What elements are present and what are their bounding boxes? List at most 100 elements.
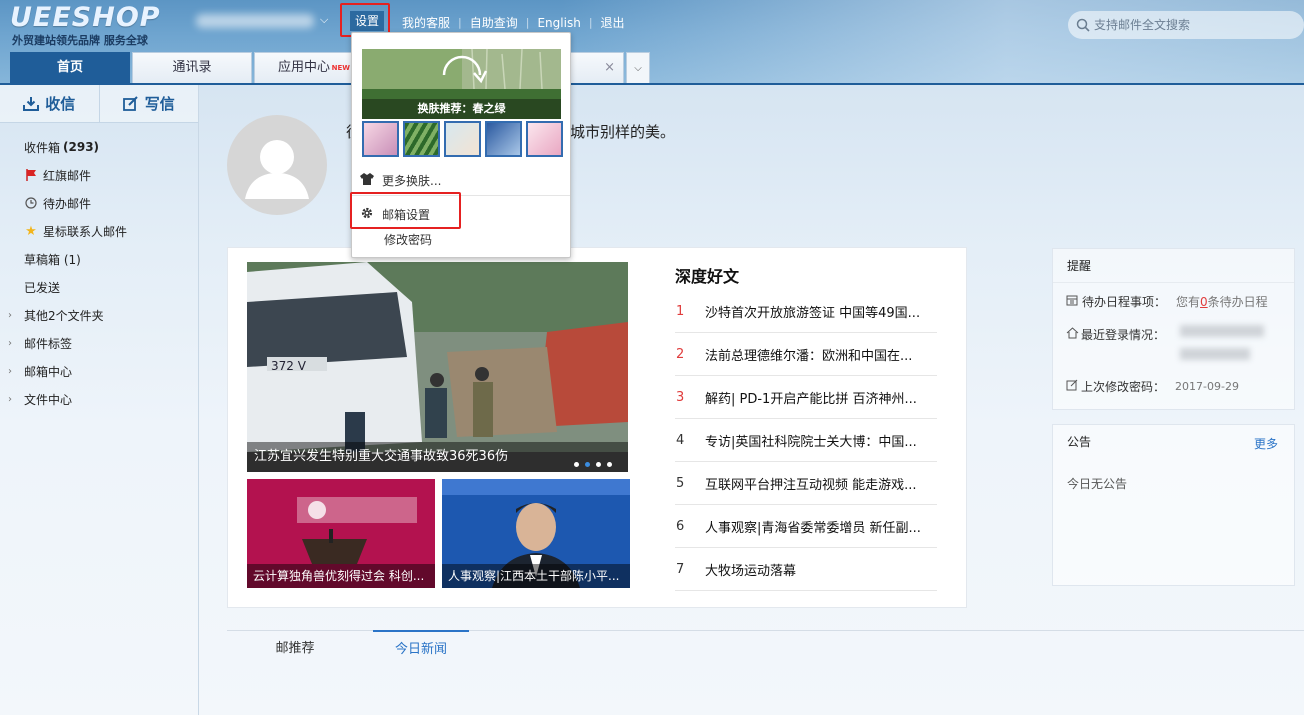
folder-todo[interactable]: 待办邮件	[0, 189, 198, 217]
article-title: 大牧场运动落幕	[705, 563, 797, 579]
article-item[interactable]: 3 解药| PD-1开启产能比拼 百济神州...	[675, 376, 937, 419]
article-item[interactable]: 1 沙特首次开放旅游签证 中国等49国...	[675, 290, 937, 333]
nav-settings[interactable]: 设置	[350, 11, 385, 31]
last-login-hidden-info	[1180, 325, 1264, 337]
tab-contacts[interactable]: 通讯录	[132, 52, 252, 84]
folder-tags[interactable]: › 邮件标签	[0, 329, 198, 357]
nav-english[interactable]: English	[529, 16, 588, 30]
tab-home[interactable]: 首页	[10, 52, 130, 84]
chevron-right-icon[interactable]: ›	[8, 394, 12, 405]
news-thumb-2[interactable]: 人事观察|江西本土干部陈小平...	[442, 479, 630, 588]
account-name[interactable]	[196, 14, 314, 28]
folder-inbox[interactable]: 收件箱 (293)	[0, 133, 198, 161]
carousel-dot[interactable]	[585, 462, 590, 467]
folder-starred[interactable]: ★ 星标联系人邮件	[0, 217, 198, 245]
news-thumb-1[interactable]: 云计算独角兽优刻得过会 科创...	[247, 479, 435, 588]
mailbox-settings-item[interactable]: 邮箱设置	[360, 203, 430, 225]
skin-recommend-preview[interactable]: 换肤推荐：春之绿	[362, 49, 561, 119]
article-rank: 2	[676, 346, 685, 362]
folder-flagged[interactable]: 红旗邮件	[0, 161, 198, 189]
folder-list: 收件箱 (293) 红旗邮件 待办邮件 ★ 星标联系人邮件 草稿箱 (1) 已发…	[0, 123, 198, 413]
folder-mailbox-center[interactable]: › 邮箱中心	[0, 357, 198, 385]
carousel-dot[interactable]	[596, 462, 601, 467]
todo-value-suffix: 条待办日程	[1207, 295, 1268, 309]
svg-text:372 V: 372 V	[271, 359, 307, 373]
main-news-photo[interactable]: 372 V 江苏宜兴发生特别重大交通事故致36死36伤	[247, 262, 628, 472]
todo-label: 待办日程事项：	[1082, 295, 1167, 309]
inbox-download-icon	[23, 97, 40, 111]
nav-self-service[interactable]: 自助查询	[462, 14, 526, 31]
chevron-right-icon[interactable]: ›	[8, 310, 12, 321]
todo-value-prefix: 您有	[1176, 295, 1201, 309]
article-title: 人事观察|青海省委常委增员 新任副...	[705, 520, 921, 536]
folder-label: 邮件标签	[24, 336, 73, 351]
star-icon: ★	[25, 223, 37, 239]
chevron-right-icon[interactable]: ›	[8, 338, 12, 349]
article-title: 解药| PD-1开启产能比拼 百济神州...	[705, 391, 917, 407]
article-rank: 6	[676, 518, 685, 534]
article-item[interactable]: 2 法前总理德维尔潘：欧洲和中国在...	[675, 333, 937, 376]
folder-label: 收件箱	[24, 140, 61, 155]
search-icon	[1076, 18, 1090, 32]
skin-thumb[interactable]	[444, 121, 481, 157]
nav-logout[interactable]: 退出	[593, 14, 633, 31]
carousel-dots[interactable]	[574, 462, 612, 467]
search-box[interactable]	[1068, 11, 1304, 39]
carousel-dot[interactable]	[607, 462, 612, 467]
folder-drafts[interactable]: 草稿箱 (1)	[0, 245, 198, 273]
carousel-dot[interactable]	[574, 462, 579, 467]
folder-label: 文件中心	[24, 392, 73, 407]
chevron-right-icon[interactable]: ›	[8, 366, 12, 377]
skin-thumb[interactable]	[526, 121, 563, 157]
folder-label: 已发送	[24, 280, 61, 295]
tab-app-center[interactable]: 应用中心 NEW	[254, 52, 354, 84]
receive-label: 收信	[45, 95, 76, 113]
search-input[interactable]	[1094, 18, 1294, 32]
todo-count-link[interactable]: 0	[1200, 295, 1208, 309]
receive-button[interactable]: 收信	[0, 85, 99, 122]
article-item[interactable]: 6 人事观察|青海省委常委增员 新任副...	[675, 505, 937, 548]
more-skins-item[interactable]: 更多换肤...	[360, 169, 441, 191]
article-item[interactable]: 7 大牧场运动落幕	[675, 548, 937, 591]
skin-thumb[interactable]	[403, 121, 440, 157]
change-password-item[interactable]: 修改密码	[384, 228, 432, 250]
folder-label: 邮箱中心	[24, 364, 73, 379]
new-badge: NEW	[331, 64, 350, 72]
nav-customer-service[interactable]: 我的客服	[394, 14, 458, 31]
sidebar: 收信 写信 收件箱 (293) 红旗邮件 待办邮件 ★ 星标联系人邮件 草稿箱 …	[0, 85, 199, 715]
last-password-date: 2017-09-29	[1175, 380, 1239, 393]
todo-schedule-row: 待办日程事项： 您有 0 条待办日程	[1066, 293, 1268, 310]
tab-today-news[interactable]: 今日新闻	[373, 630, 469, 666]
folder-others[interactable]: › 其他2个文件夹	[0, 301, 198, 329]
compose-button[interactable]: 写信	[98, 85, 199, 122]
skin-thumb[interactable]	[485, 121, 522, 157]
logo: UEESHOP	[10, 2, 161, 33]
notice-more-link[interactable]: 更多	[1254, 435, 1278, 452]
close-icon[interactable]: ×	[604, 53, 615, 83]
tab-label: 通讯录	[172, 60, 212, 75]
bus-accident-image: 372 V	[247, 262, 628, 472]
red-flag-icon	[24, 169, 38, 181]
tab-more-chevron-icon[interactable]: ⌵	[626, 52, 650, 84]
tab-mail-recommend[interactable]: 邮推荐	[227, 631, 363, 667]
article-item[interactable]: 5 互联网平台押注互动视频 能走游戏...	[675, 462, 937, 505]
chevron-down-icon[interactable]: ⌵	[320, 13, 328, 27]
folder-sent[interactable]: 已发送	[0, 273, 198, 301]
skin-thumb[interactable]	[362, 121, 399, 157]
last-password-row: 上次修改密码： 2017-09-29	[1066, 378, 1239, 395]
news-thumb-2-caption: 人事观察|江西本土干部陈小平...	[442, 564, 630, 588]
compose-label: 写信	[144, 95, 175, 113]
news-thumb-1-caption: 云计算独角兽优刻得过会 科创...	[247, 564, 435, 588]
deep-articles-title: 深度好文	[675, 267, 740, 286]
article-title: 沙特首次开放旅游签证 中国等49国...	[705, 305, 921, 321]
article-item[interactable]: 4 专访|英国社科院院士关大博：中国...	[675, 419, 937, 462]
bottom-tabs: 邮推荐 今日新闻	[227, 630, 1304, 670]
avatar[interactable]	[227, 115, 327, 215]
dropdown-divider	[352, 195, 570, 196]
user-silhouette-icon	[245, 140, 309, 199]
last-password-label: 上次修改密码：	[1081, 380, 1166, 394]
folder-file-center[interactable]: › 文件中心	[0, 385, 198, 413]
article-title: 专访|英国社科院院士关大博：中国...	[705, 434, 917, 450]
folder-label: 草稿箱 (1)	[24, 252, 81, 267]
profile-greeting-end: 城市别样的美。	[570, 123, 676, 141]
